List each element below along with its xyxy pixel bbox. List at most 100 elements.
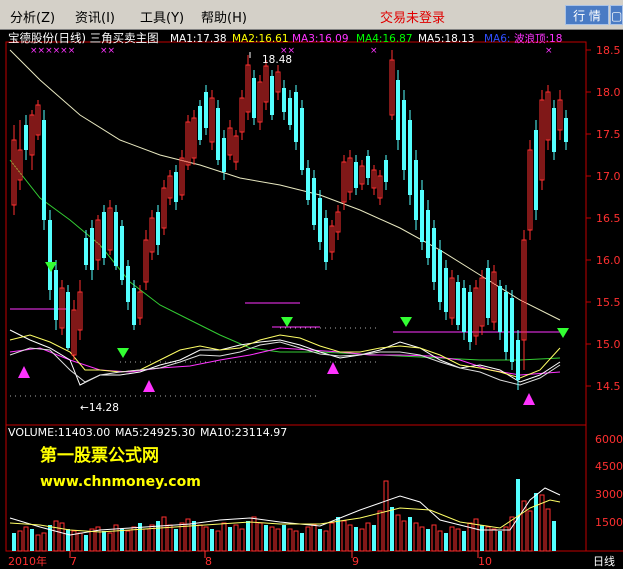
volume-bar bbox=[408, 517, 412, 551]
candle-body bbox=[462, 288, 466, 332]
candle-body bbox=[438, 250, 442, 302]
volume-bar bbox=[455, 528, 461, 552]
volume-bar bbox=[197, 524, 203, 552]
volume-bar bbox=[347, 524, 353, 552]
top-markers-right: × bbox=[545, 46, 553, 56]
volume-bar bbox=[491, 528, 497, 552]
menu-help[interactable]: 帮助(H) bbox=[201, 7, 247, 26]
volume-bar bbox=[174, 529, 178, 551]
volume-bar bbox=[228, 527, 232, 551]
volume-axis-label: 4500 bbox=[595, 460, 623, 473]
volume-bar bbox=[233, 524, 239, 552]
volume-bar bbox=[246, 521, 250, 551]
volume-bar bbox=[35, 534, 41, 552]
candle-body bbox=[420, 190, 424, 242]
ma-legend-item: 波浪顶:18 bbox=[514, 32, 562, 45]
menu-info[interactable]: 资讯(I) bbox=[75, 7, 115, 26]
volume-bar bbox=[305, 526, 311, 552]
volume-bar bbox=[390, 507, 394, 551]
volume-bar bbox=[527, 510, 533, 552]
watermark-title: 第一股票公式网 bbox=[40, 445, 159, 466]
watermark-url: www.chnmoney.com bbox=[40, 474, 201, 490]
candle-body bbox=[312, 178, 316, 225]
volume-bar bbox=[77, 532, 83, 552]
volume-bar bbox=[545, 508, 551, 552]
buy-triangle-icon bbox=[327, 362, 339, 374]
volume-bar bbox=[269, 526, 275, 552]
price-axis-label: 18.0 bbox=[596, 86, 621, 99]
volume-bar bbox=[509, 516, 515, 552]
candle-body bbox=[132, 288, 136, 325]
volume-bar bbox=[59, 522, 65, 552]
menu-tools[interactable]: 工具(Y) bbox=[140, 7, 184, 26]
volume-bar bbox=[41, 532, 47, 552]
volume-bar bbox=[143, 528, 149, 552]
candle-body bbox=[402, 100, 406, 170]
candle-body bbox=[282, 88, 286, 112]
volume-bar bbox=[210, 529, 214, 551]
restore-button[interactable]: ▢ bbox=[610, 5, 623, 25]
period-label[interactable]: 日线 bbox=[593, 554, 615, 568]
top-markers-left: ×××××× bbox=[30, 46, 75, 56]
volume-bar bbox=[552, 521, 556, 551]
candle-body bbox=[288, 98, 292, 125]
price-axis-label: 18.5 bbox=[596, 44, 621, 57]
candles bbox=[11, 50, 568, 390]
market-button[interactable]: 行 情 bbox=[565, 5, 609, 25]
low-annotation: ←14.28 bbox=[80, 402, 119, 414]
volume-bar bbox=[53, 520, 59, 552]
volume-bar bbox=[156, 521, 160, 551]
volume-bar bbox=[323, 530, 329, 552]
volume-bar bbox=[419, 526, 425, 552]
candle-body bbox=[384, 160, 388, 182]
volume-bar bbox=[287, 528, 293, 552]
buy-triangle-icon bbox=[143, 380, 155, 392]
date-label: 2010年 bbox=[8, 554, 47, 568]
candle-body bbox=[426, 210, 430, 258]
menu-bar: 分析(Z) 资讯(I) 工具(Y) 帮助(H) 交易未登录 行 情 ▢ bbox=[0, 0, 623, 30]
osc-white-1 bbox=[9, 329, 561, 386]
candle-body bbox=[486, 268, 490, 318]
date-label: 9 bbox=[352, 555, 359, 568]
candle-body bbox=[366, 156, 370, 178]
volume-bar bbox=[300, 533, 304, 551]
top-markers-mid: ×× bbox=[100, 46, 115, 56]
candle-body bbox=[252, 78, 256, 118]
menu-analysis[interactable]: 分析(Z) bbox=[10, 7, 55, 26]
volume-bar bbox=[462, 531, 466, 551]
volume-bar bbox=[480, 525, 484, 551]
price-axis-label: 14.5 bbox=[596, 380, 621, 393]
candle-body bbox=[396, 80, 400, 140]
candle-body bbox=[510, 298, 514, 362]
candle-body bbox=[270, 76, 274, 115]
candle-body bbox=[324, 218, 328, 262]
volume-bar bbox=[449, 526, 455, 552]
candle-body bbox=[174, 172, 178, 202]
volume-bar bbox=[257, 522, 263, 552]
volume-axis-label: 1500 bbox=[595, 516, 623, 529]
high-annotation: 18.48 bbox=[262, 54, 292, 66]
candle-body bbox=[564, 118, 568, 142]
candle-body bbox=[90, 228, 94, 270]
volume-bar bbox=[203, 526, 209, 552]
volume-bar bbox=[354, 527, 358, 551]
kline-chart[interactable]: 宝德股份(日线) 三角买卖主图 MA1:17.38 MA2:16.61 MA3:16… bbox=[0, 30, 623, 569]
ma-legend-item: MA4:16.87 bbox=[356, 33, 413, 45]
volume-bar bbox=[12, 533, 16, 551]
candle-body bbox=[306, 168, 310, 200]
volume-bar bbox=[311, 524, 317, 552]
volume-bar bbox=[365, 522, 371, 552]
login-status: 交易未登录 bbox=[380, 11, 446, 26]
candle-body bbox=[318, 198, 322, 242]
volume-bar bbox=[329, 522, 335, 552]
volume-ma10-label: MA10:23114.97 bbox=[200, 426, 287, 439]
date-label: 10 bbox=[478, 555, 492, 568]
candle-body bbox=[444, 268, 448, 312]
candle-body bbox=[120, 226, 124, 280]
ma-legend-item: MA3:16.09 bbox=[292, 33, 349, 45]
candle-body bbox=[354, 162, 358, 188]
volume-bar bbox=[383, 480, 389, 552]
candle-body bbox=[84, 238, 88, 265]
volume-bar bbox=[125, 530, 131, 552]
price-axis-label: 16.0 bbox=[596, 254, 621, 267]
